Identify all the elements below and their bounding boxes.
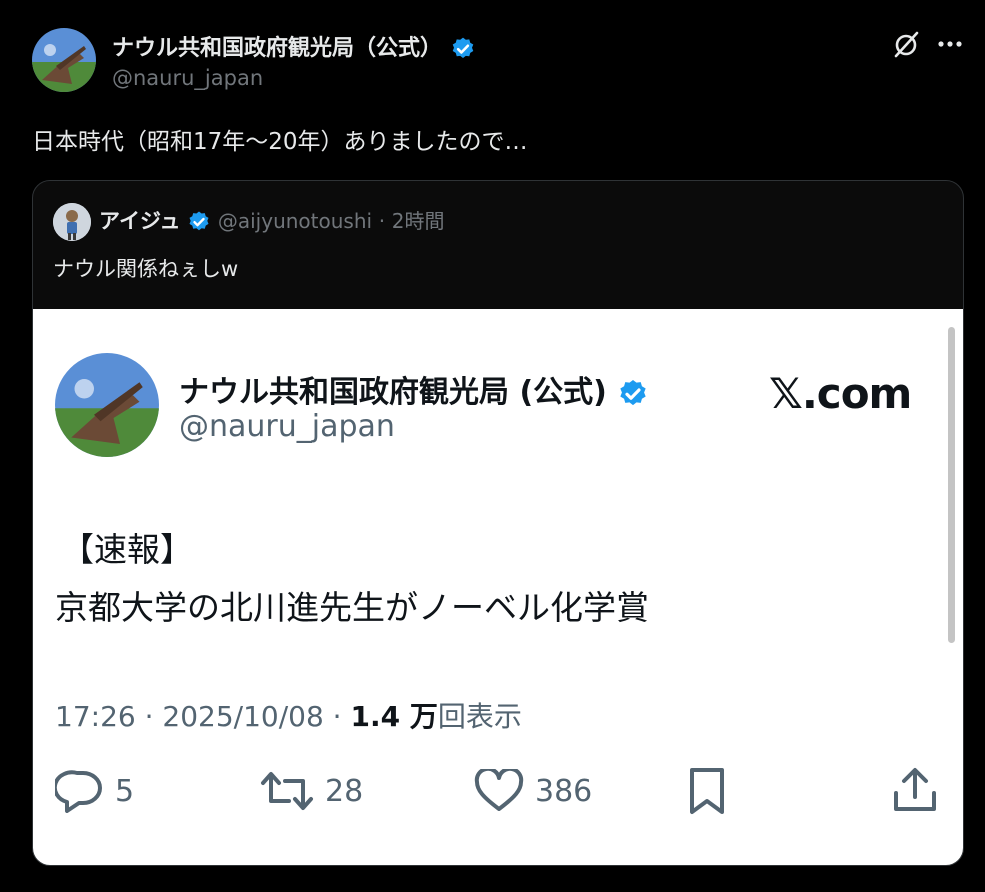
grok-icon[interactable] [890,28,922,60]
verified-badge-icon [620,379,646,405]
reply-action: 5 [55,769,134,813]
author-name-text[interactable]: ナウル共和国政府観光局（公式） [112,36,442,61]
screenshot-scrollbar [948,327,955,643]
quote-author-avatar[interactable] [53,203,91,241]
quote-media-image[interactable]: ナウル共和国政府観光局 (公式) @nauru_japan 𝕏.com 【速報】… [33,309,963,865]
screenshot-text-line1: 【速報】 [61,530,193,569]
verified-badge-icon [189,211,209,231]
quote-card[interactable]: アイジュ @aijyunotoushi · 2時間 ナウル関係ねぇしw ナウル共… [32,180,964,866]
tweet-view: ナウル共和国政府観光局（公式） @nauru_japan 日本時代（昭和17年〜… [0,0,985,892]
post-text: 日本時代（昭和17年〜20年）ありましたので… [32,129,528,155]
more-icon[interactable] [932,28,968,60]
bookmark-icon [690,768,724,814]
screenshot-action-bar: 5 28 386 [33,768,963,819]
like-action: 386 [473,769,592,813]
screenshot-author-handle: @nauru_japan [179,409,395,444]
separator-dot: · [378,209,386,233]
quote-author-name[interactable]: アイジュ [99,209,180,233]
reply-icon [55,770,102,813]
repost-action: 28 [259,769,363,813]
verified-badge-icon [452,37,473,58]
screenshot-meta: 17:26 · 2025/10/08 · 1.4 万回表示 [55,695,522,735]
repost-icon [261,772,313,810]
author-handle[interactable]: @nauru_japan [112,66,263,90]
quote-header: アイジュ @aijyunotoushi · 2時間 [99,205,445,235]
quote-timestamp[interactable]: 2時間 [392,209,445,233]
like-icon [474,769,524,811]
screenshot-author-name-text: ナウル共和国政府観光局 (公式) [179,375,607,410]
screenshot-author-avatar [55,353,159,457]
bookmark-action [687,768,727,814]
author-avatar[interactable] [32,28,96,92]
share-action [891,768,939,813]
x-com-logo: 𝕏.com [769,369,912,418]
share-icon [894,768,936,811]
screenshot-view-count: 1.4 万 [350,700,438,733]
reply-count: 5 [115,773,135,809]
screenshot-view-label: 回表示 [437,700,522,733]
repost-count: 28 [325,773,364,809]
screenshot-timestamp: 17:26 · 2025/10/08 · [55,700,351,733]
quote-text: ナウル関係ねぇしw [53,257,239,281]
screenshot-author-name: ナウル共和国政府観光局 (公式) [179,367,649,411]
quote-author-handle[interactable]: @aijyunotoushi [218,209,372,233]
author-name[interactable]: ナウル共和国政府観光局（公式） [112,30,476,62]
like-count: 386 [535,773,593,809]
screenshot-text-line2: 京都大学の北川進先生がノーベル化学賞 [55,588,649,627]
